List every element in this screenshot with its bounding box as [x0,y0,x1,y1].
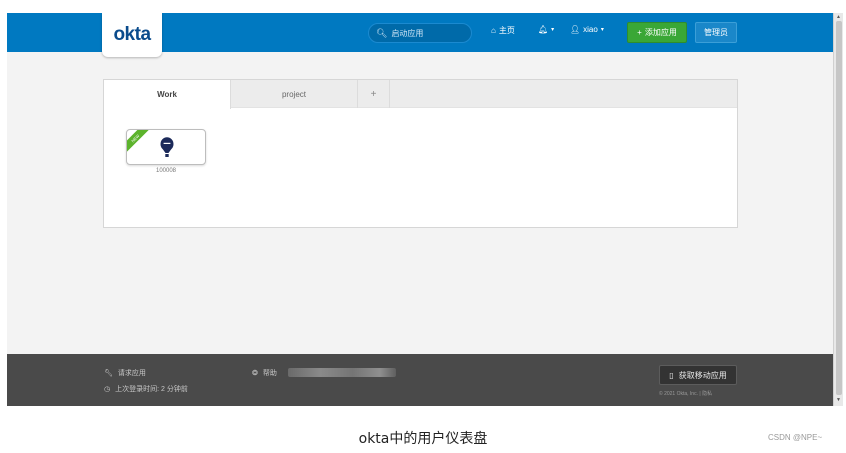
add-tab-button[interactable]: + [358,80,390,108]
privacy-link[interactable]: 隐私 [702,391,712,397]
copyright-label: © 2021 Okta, Inc. [659,391,698,397]
tab-work[interactable]: Work [104,80,231,109]
logo-text: okta [113,24,151,45]
figure-caption: okta中的用户仪表盘 [358,431,488,447]
mobile-app-label: 获取移动应用 [678,370,727,380]
watermark: CSDN @NPE~ [768,433,823,442]
home-link[interactable]: ⌂ 主页 [491,25,515,36]
clock-icon: ◷ [104,386,111,393]
plus-icon: + [637,28,642,37]
admin-label: 管理员 [704,28,728,37]
help-label: 帮助 [262,370,277,377]
search-icon: 🔍︎ [376,27,388,38]
add-app-label: 添加应用 [644,28,677,37]
lifebuoy-icon: ❂ [252,370,258,377]
tab-label: Work [157,90,177,99]
scroll-down-icon[interactable]: ▼ [836,397,841,403]
chevron-down-icon: ▾ [600,27,604,33]
chevron-down-icon: ▾ [551,27,555,33]
blurred-help-contact [288,368,396,377]
admin-button[interactable]: 管理员 [695,22,737,43]
plus-icon: + [370,88,377,100]
browser-viewport: okta 🔍︎ ⌂ 主页 🔔︎ ▾ 👤︎ xiao ▾ + 添加应用 管理员 [7,13,843,406]
scroll-up-icon[interactable]: ▲ [836,14,841,20]
user-name: xiao [583,25,598,34]
last-login-info: ◷ 上次登录时间: 2 分钟前 [104,384,188,394]
user-icon: 👤︎ [570,25,581,34]
app-tile[interactable]: NEW [126,129,206,165]
launch-app-search[interactable]: 🔍︎ [368,23,472,43]
tab-label: project [281,89,306,99]
scroll-thumb[interactable] [836,21,842,395]
add-app-button[interactable]: + 添加应用 [627,22,687,43]
request-app-link[interactable]: 🔧︎ 请求应用 [104,368,146,378]
search-input[interactable] [391,28,472,38]
user-menu[interactable]: 👤︎ xiao ▾ [570,25,604,34]
get-mobile-app-button[interactable]: ▯ 获取移动应用 [659,365,737,385]
app-dashboard-panel: Work project + NEW 100008 [103,79,738,228]
vertical-scrollbar[interactable]: ▲ ▼ [833,13,843,406]
phone-icon: ▯ [669,370,674,380]
okta-logo[interactable]: okta [102,13,162,57]
wrench-icon: 🔧︎ [104,370,113,377]
notifications-menu[interactable]: 🔔︎ ▾ [538,25,554,34]
top-nav-bar: okta 🔍︎ ⌂ 主页 🔔︎ ▾ 👤︎ xiao ▾ + 添加应用 管理员 [7,13,833,57]
new-badge: NEW [127,130,154,157]
home-label: 主页 [498,26,515,35]
help-link[interactable]: ❂ 帮助 [252,368,277,378]
home-icon: ⌂ [491,26,496,35]
bell-icon: 🔔︎ [538,25,549,34]
request-app-label: 请求应用 [117,370,146,377]
footer-bar: 🔧︎ 请求应用 ◷ 上次登录时间: 2 分钟前 ❂ 帮助 ▯ 获取移动应用 © … [7,354,833,406]
copyright-text: © 2021 Okta, Inc. | 隐私 [659,391,713,397]
app-label: 100008 [155,168,177,174]
hot-air-balloon-icon [160,137,174,157]
last-login-label: 上次登录时间: 2 分钟前 [115,386,188,393]
tab-project[interactable]: project [231,80,358,108]
tab-bar: Work project + [104,80,737,109]
